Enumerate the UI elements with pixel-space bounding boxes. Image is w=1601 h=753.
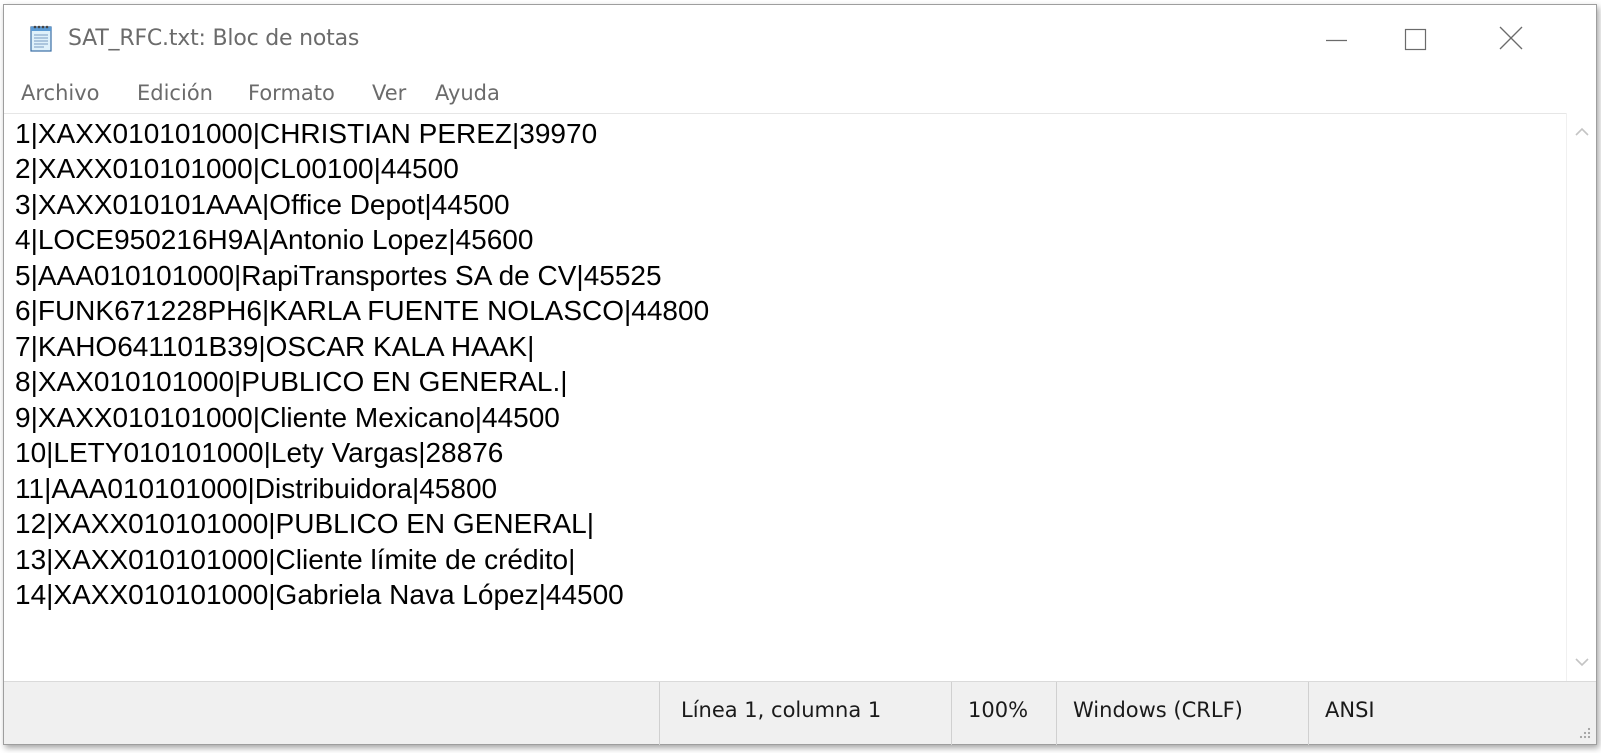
notepad-icon[interactable] bbox=[26, 23, 56, 53]
text-line: 7|KAHO641101B39|OSCAR KALA HAAK| bbox=[15, 331, 535, 362]
zoom-level: 100% bbox=[951, 682, 1056, 745]
text-line: 3|XAXX010101AAA|Office Depot|44500 bbox=[15, 189, 510, 220]
text-line: 2|XAXX010101000|CL00100|44500 bbox=[15, 153, 459, 184]
maximize-button[interactable] bbox=[1400, 5, 1496, 69]
text-line: 10|LETY010101000|Lety Vargas|28876 bbox=[15, 437, 504, 468]
notepad-window: SAT_RFC.txt: Bloc de notas Archivo Edici… bbox=[3, 4, 1597, 745]
menu-edicion[interactable]: Edición bbox=[137, 81, 213, 105]
minimize-button[interactable] bbox=[1304, 5, 1400, 69]
resize-grip-icon[interactable] bbox=[1576, 724, 1592, 740]
scroll-up-arrow-icon[interactable] bbox=[1567, 113, 1597, 147]
maximize-icon bbox=[1404, 28, 1427, 51]
vertical-scrollbar[interactable] bbox=[1566, 113, 1596, 681]
text-line: 5|AAA010101000|RapiTransportes SA de CV|… bbox=[15, 260, 662, 291]
close-button[interactable] bbox=[1496, 5, 1596, 69]
text-line: 12|XAXX010101000|PUBLICO EN GENERAL| bbox=[15, 508, 595, 539]
scroll-down-arrow-icon[interactable] bbox=[1567, 647, 1597, 681]
text-line: 14|XAXX010101000|Gabriela Nava López|445… bbox=[15, 579, 624, 610]
window-title: SAT_RFC.txt: Bloc de notas bbox=[68, 26, 360, 51]
menu-ayuda[interactable]: Ayuda bbox=[435, 81, 500, 105]
text-line: 11|AAA010101000|Distribuidora|45800 bbox=[15, 473, 498, 504]
line-endings: Windows (CRLF) bbox=[1056, 682, 1308, 745]
title-bar[interactable]: SAT_RFC.txt: Bloc de notas bbox=[4, 5, 1596, 69]
text-line: 6|FUNK671228PH6|KARLA FUENTE NOLASCO|448… bbox=[15, 295, 710, 326]
cursor-position: Línea 1, columna 1 bbox=[659, 682, 951, 745]
menu-archivo[interactable]: Archivo bbox=[21, 81, 100, 105]
text-line: 1|XAXX010101000|CHRISTIAN PEREZ|39970 bbox=[15, 118, 598, 149]
menu-bar: Archivo Edición Formato Ver Ayuda bbox=[4, 69, 1596, 113]
menu-ver[interactable]: Ver bbox=[372, 81, 406, 105]
close-icon bbox=[1499, 26, 1523, 50]
status-bar: Línea 1, columna 1 100% Windows (CRLF) A… bbox=[4, 681, 1596, 745]
minimize-icon bbox=[1326, 39, 1347, 42]
text-line: 8|XAX010101000|PUBLICO EN GENERAL.| bbox=[15, 366, 568, 397]
encoding: ANSI bbox=[1308, 682, 1596, 745]
text-editor[interactable]: 1|XAXX010101000|CHRISTIAN PEREZ|39970 2|… bbox=[4, 113, 1566, 681]
text-line: 13|XAXX010101000|Cliente límite de crédi… bbox=[15, 544, 576, 575]
text-line: 9|XAXX010101000|Cliente Mexicano|44500 bbox=[15, 402, 560, 433]
text-line: 4|LOCE950216H9A|Antonio Lopez|45600 bbox=[15, 224, 534, 255]
menu-formato[interactable]: Formato bbox=[248, 81, 335, 105]
